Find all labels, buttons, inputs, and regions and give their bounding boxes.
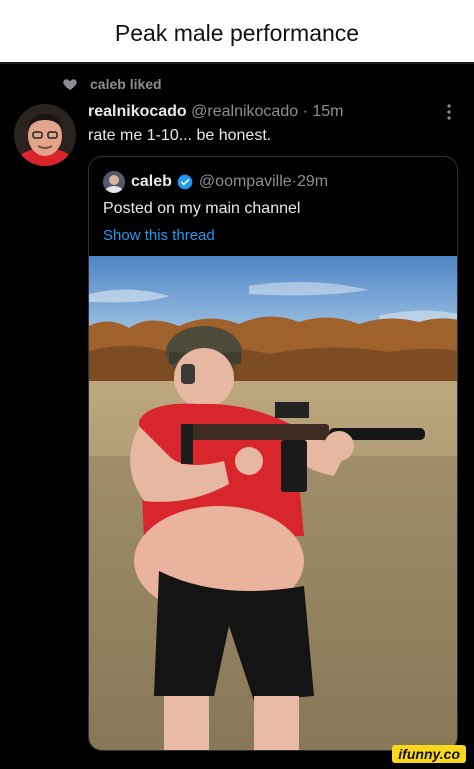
meta-separator: · <box>302 103 308 120</box>
tweet-author[interactable]: realnikocado @realnikocado · 15m <box>88 103 343 121</box>
verified-badge-icon <box>177 174 193 190</box>
more-options-icon[interactable] <box>442 103 456 121</box>
watermark: ifunny.co <box>392 745 466 763</box>
quote-tweet-card[interactable]: caleb @oompaville · 29m Posted on my mai… <box>88 156 458 751</box>
quote-avatar[interactable] <box>103 171 125 193</box>
quote-timestamp[interactable]: 29m <box>297 173 328 191</box>
tweet-text: rate me 1-10... be honest. <box>88 127 272 144</box>
quote-author-handle[interactable]: @oompaville <box>199 173 292 191</box>
quote-text: Posted on my main channel <box>103 200 301 217</box>
social-context[interactable]: caleb liked <box>62 76 162 92</box>
quote-author-name[interactable]: caleb <box>131 173 172 191</box>
author-handle[interactable]: @realnikocado <box>191 103 298 120</box>
quote-header: caleb @oompaville · 29m <box>103 171 328 193</box>
caption-divider <box>0 62 474 64</box>
liked-label: caleb liked <box>90 76 162 92</box>
tweet-photo[interactable] <box>89 256 458 751</box>
show-thread-link[interactable]: Show this thread <box>103 227 215 244</box>
meme-caption: Peak male performance <box>0 0 474 62</box>
author-name[interactable]: realnikocado <box>88 103 187 120</box>
tweet-timestamp[interactable]: 15m <box>312 103 343 120</box>
avatar[interactable] <box>14 104 76 166</box>
heart-icon <box>63 79 77 90</box>
